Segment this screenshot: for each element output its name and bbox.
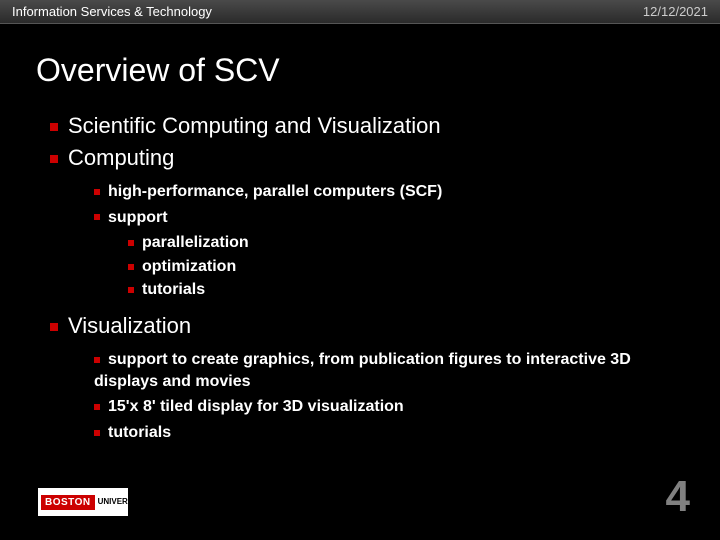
slide-content: Overview of SCV Scientific Computing and… — [0, 24, 720, 538]
bullet-icon — [94, 430, 100, 436]
bu-logo: BOSTON UNIVERSITY — [38, 488, 128, 516]
header-left: Information Services & Technology — [12, 4, 212, 19]
bullet-icon — [94, 357, 100, 363]
list-item: high-performance, parallel computers (SC… — [94, 181, 684, 203]
header-date: 12/12/2021 — [643, 4, 708, 19]
bullet-icon — [128, 240, 134, 246]
list-item: parallelization — [128, 232, 684, 254]
list-item: 15'x 8' tiled display for 3D visualizati… — [94, 396, 684, 418]
bullet-text: high-performance, parallel computers (SC… — [108, 183, 442, 200]
bullet-text: Scientific Computing and Visualization — [68, 113, 441, 138]
bullet-text: Computing — [68, 145, 174, 170]
page-number: 4 — [666, 472, 690, 522]
logo-main: BOSTON — [41, 495, 95, 510]
list-item: optimization — [128, 256, 684, 278]
bullet-text: parallelization — [142, 234, 249, 251]
list-item: support to create graphics, from publica… — [94, 349, 684, 392]
list-item: Computing high-performance, parallel com… — [36, 145, 684, 301]
list-item: tutorials — [128, 279, 684, 301]
bullet-icon — [50, 123, 58, 131]
bullet-text: support — [108, 209, 168, 226]
list-item: Scientific Computing and Visualization — [36, 113, 684, 139]
bullet-icon — [50, 323, 58, 331]
bullet-text: 15'x 8' tiled display for 3D visualizati… — [108, 398, 404, 415]
list-item: Visualization support to create graphics… — [36, 313, 684, 443]
bullet-icon — [128, 287, 134, 293]
bullet-text: tutorials — [142, 281, 205, 298]
logo-sub: UNIVERSITY — [95, 498, 146, 506]
bullet-list: Scientific Computing and Visualization C… — [36, 113, 684, 443]
bullet-icon — [94, 189, 100, 195]
bullet-text: support to create graphics, from publica… — [94, 351, 631, 390]
bullet-text: Visualization — [68, 313, 191, 338]
list-item: support parallelization optimization tut… — [94, 207, 684, 301]
sub-list: support to create graphics, from publica… — [50, 349, 684, 443]
bullet-text: tutorials — [108, 424, 171, 441]
header-bar: Information Services & Technology 12/12/… — [0, 0, 720, 24]
bullet-icon — [50, 155, 58, 163]
slide-title: Overview of SCV — [36, 52, 684, 89]
bullet-icon — [94, 404, 100, 410]
sub-list: high-performance, parallel computers (SC… — [50, 181, 684, 301]
bullet-text: optimization — [142, 258, 236, 275]
bullet-icon — [128, 264, 134, 270]
bullet-icon — [94, 214, 100, 220]
list-item: tutorials — [94, 422, 684, 444]
sub-sub-list: parallelization optimization tutorials — [94, 232, 684, 301]
